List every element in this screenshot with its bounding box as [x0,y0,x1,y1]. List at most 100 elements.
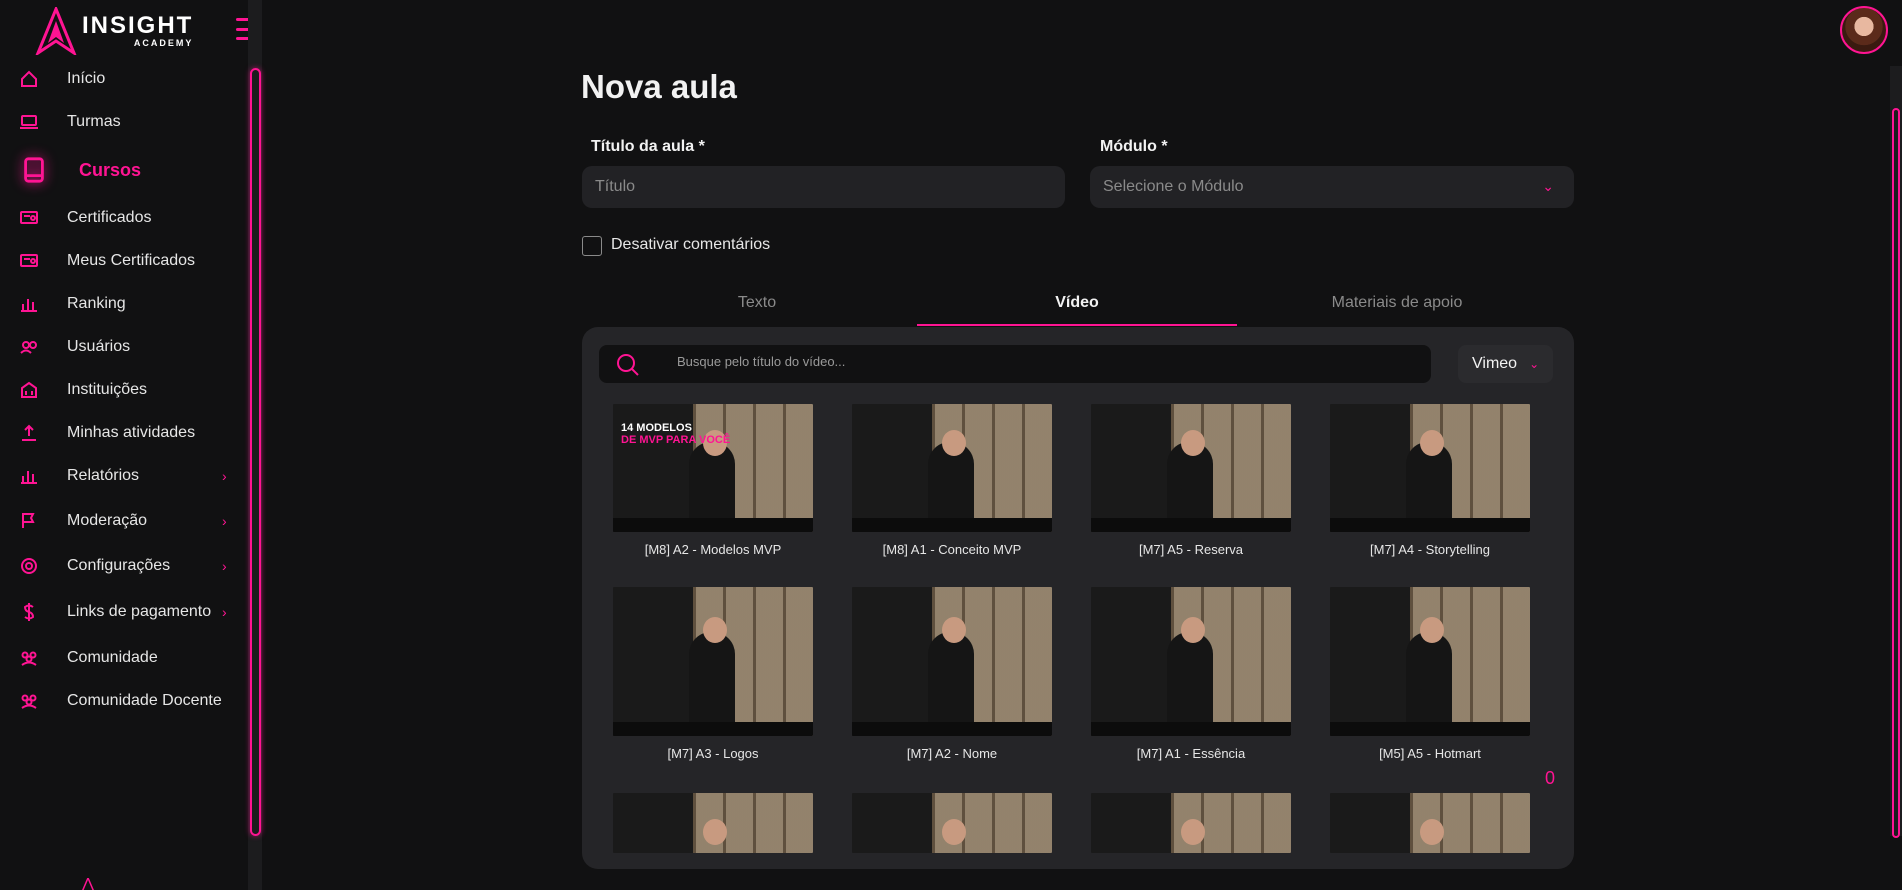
sidebar-item-label: Cursos [79,159,142,180]
laptop-icon [19,112,39,132]
lesson-title-field[interactable] [582,166,1065,208]
video-thumbnail-partial[interactable] [613,793,813,853]
sidebar-item-configuracoes[interactable]: Configurações › [0,546,248,586]
sidebar-item-meus-certificados[interactable]: Meus Certificados [0,241,248,281]
sidebar-item-label: Minhas atividades [67,424,196,441]
video-card[interactable]: [M7] A1 - Essência [1091,587,1291,761]
tab-texto[interactable]: Texto [597,290,917,326]
video-panel: Vimeo ⌄ 14 MODELOSDE MVP PARA VOCÊ [M8] A… [582,327,1574,869]
sidebar-item-label: Meus Certificados [67,252,196,269]
sidebar-item-ranking[interactable]: Ranking [0,284,248,324]
sidebar-item-label: Instituições [67,381,148,398]
bottom-logo [78,878,168,890]
sidebar-item-label: Moderação [67,512,148,529]
logo-subtitle: ACADEMY [133,38,194,48]
video-thumbnail [1330,404,1530,532]
users-icon [19,337,39,357]
certificate-icon [19,208,39,228]
sidebar-item-minhas-atividades[interactable]: Minhas atividades [0,413,248,453]
sidebar-item-certificados[interactable]: Certificados [0,198,248,238]
sidebar-item-inicio[interactable]: Início [0,59,248,99]
video-card[interactable]: [M7] A4 - Storytelling [1330,404,1530,557]
provider-select[interactable]: Vimeo ⌄ [1458,345,1553,383]
video-card[interactable]: [M8] A1 - Conceito MVP [852,404,1052,557]
video-thumbnail: 14 MODELOS DE MVP PARA VOCÊ [613,404,813,532]
community-icon [19,648,39,668]
sidebar-item-label: Usuários [67,338,131,355]
logo-name: INSIGHT [82,12,194,39]
video-title: [M7] A2 - Nome [906,746,998,761]
certificate-icon [19,251,39,271]
video-title: [M5] A5 - Hotmart [1379,746,1481,761]
page-scrollbar[interactable] [1892,108,1900,838]
video-thumbnail-partial[interactable] [1091,793,1291,853]
logo-icon [35,7,77,55]
video-thumbnail [1091,587,1291,736]
video-thumbnail [852,404,1052,532]
module-select-value: Selecione o Módulo [1103,178,1244,195]
video-card[interactable]: [M5] A5 - Hotmart [1330,587,1530,761]
sidebar-scrollbar[interactable] [250,68,261,836]
sidebar-item-cursos[interactable]: Cursos [0,150,248,190]
community-icon [19,691,39,711]
upload-icon [19,423,39,443]
chevron-right-icon: › [222,513,227,529]
book-icon [20,156,48,184]
chevron-down-icon: ⌄ [1542,178,1554,194]
sidebar-item-label: Certificados [67,209,152,226]
video-grid: 14 MODELOS DE MVP PARA VOCÊ [M8] A2 - Mode… [613,404,1533,869]
logo[interactable]: INSIGHT ACADEMY [34,6,204,56]
sidebar-item-comunidade[interactable]: Comunidade [0,638,248,678]
sidebar-item-label: Comunidade [67,649,158,666]
sidebar-item-turmas[interactable]: Turmas [0,102,248,142]
tab-materiais[interactable]: Materiais de apoio [1237,290,1557,326]
chevron-down-icon: ⌄ [1529,357,1540,371]
chevron-right-icon: › [222,558,227,574]
sidebar-item-label: Ranking [67,295,126,312]
sidebar-item-label: Links de pagamento [67,603,212,620]
lesson-tabs: Texto Vídeo Materiais de apoio [597,290,1557,326]
avatar[interactable] [1840,6,1888,54]
module-select[interactable]: Selecione o Módulo ⌄ [1090,166,1574,208]
disable-comments-checkbox[interactable] [582,236,602,256]
sidebar-item-label: Início [67,70,106,87]
sidebar-item-relatorios[interactable]: Relatórios › [0,456,248,496]
video-counter: 0 [1545,768,1556,788]
video-thumbnail-partial[interactable] [1330,793,1530,853]
sidebar-item-label: Configurações [67,557,171,574]
video-search-bar[interactable] [599,345,1431,383]
logo-text: INSIGHT ACADEMY [82,12,194,49]
tab-video[interactable]: Vídeo [917,290,1237,326]
sidebar-item-moderacao[interactable]: Moderação › [0,501,248,541]
bar-chart-icon [19,466,39,486]
chevron-right-icon: › [222,468,227,484]
sidebar-item-label: Turmas [67,113,121,130]
video-thumbnail [1091,404,1291,532]
chevron-right-icon: › [222,604,227,620]
video-card[interactable]: [M7] A3 - Logos [613,587,813,761]
sidebar-item-instituicoes[interactable]: Instituições [0,370,248,410]
sidebar: INSIGHT ACADEMY Início Turmas Cursos Certif… [0,0,262,890]
sidebar-item-links-de-pagamento[interactable]: Links de pagamento › [0,592,248,632]
lesson-title-input[interactable] [595,178,1065,196]
sidebar-item-comunidade-docente[interactable]: Comunidade Docente [0,681,248,721]
dollar-icon [19,602,39,622]
lesson-title-label: Título da aula * [591,138,705,155]
video-title: [M8] A2 - Modelos MVP [644,542,782,557]
home-icon [19,69,39,89]
disable-comments-label: Desativar comentários [611,236,771,253]
app: INSIGHT ACADEMY Início Turmas Cursos Certif… [0,0,1902,890]
page-title: Nova aula [581,68,737,105]
video-card[interactable]: 14 MODELOS DE MVP PARA VOCÊ [M8] A2 - Mode… [613,404,813,557]
video-card[interactable]: [M7] A5 - Reserva [1091,404,1291,557]
video-title: [M7] A5 - Reserva [1138,542,1244,557]
thumbnail-overlay-text: 14 MODELOS DE MVP PARA VOCÊ [621,422,731,446]
video-title: [M7] A4 - Storytelling [1370,542,1490,557]
video-thumbnail [613,587,813,736]
video-thumbnail-partial[interactable] [852,793,1052,853]
video-search-input[interactable] [677,354,1377,369]
sidebar-item-usuarios[interactable]: Usuários [0,327,248,367]
bar-chart-icon [19,294,39,314]
sidebar-item-label: Comunidade Docente [67,692,222,709]
video-card[interactable]: [M7] A2 - Nome [852,587,1052,761]
